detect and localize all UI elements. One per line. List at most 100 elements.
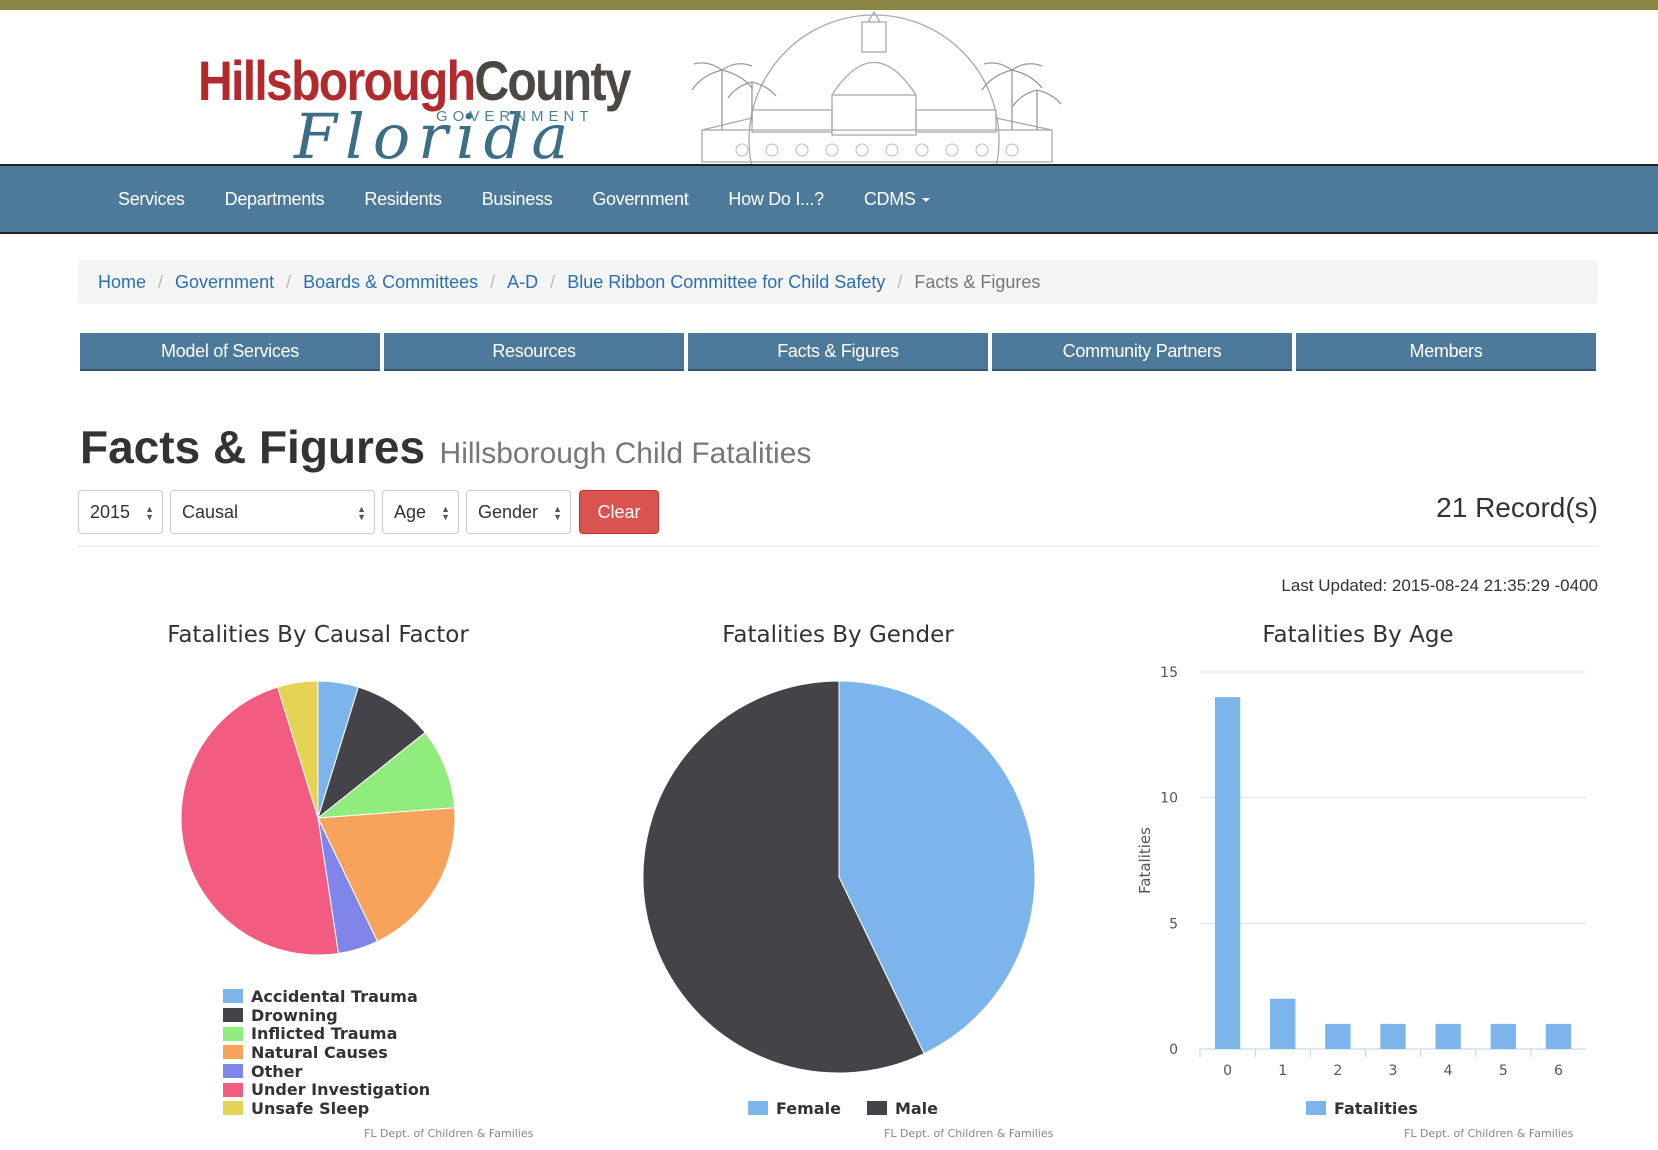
breadcrumb-home[interactable]: Home <box>98 272 146 293</box>
y-axis-label: Fatalities <box>1136 827 1154 894</box>
chart-causal-legend: Accidental Trauma Drowning Inflicted Traum… <box>223 987 430 1118</box>
causal-legend-item-other[interactable]: Other <box>223 1062 430 1081</box>
legend-swatch <box>223 1082 243 1097</box>
select-arrows-icon: ▲ ▼ <box>145 504 154 522</box>
breadcrumb-a-d[interactable]: A-D <box>507 272 538 293</box>
causal-legend-item-accidental-trauma[interactable]: Accidental Trauma <box>223 987 430 1006</box>
breadcrumb: Home / Government / Boards & Committees / A… <box>78 260 1598 304</box>
x-tick-label: 6 <box>1554 1063 1563 1079</box>
clear-button[interactable]: Clear <box>579 490 659 534</box>
chart-gender-title: Fatalities By Gender <box>722 622 954 648</box>
gender-select[interactable]: Gender ▲ ▼ <box>466 490 571 534</box>
legend-label: Inflicted Trauma <box>251 1024 398 1044</box>
causal-select[interactable]: Causal ▲ ▼ <box>170 490 375 534</box>
nav-services[interactable]: Services <box>98 189 205 210</box>
bar-age-6[interactable] <box>1545 1023 1572 1049</box>
subnav-model-of-services[interactable]: Model of Services <box>80 333 380 371</box>
subnav-resources[interactable]: Resources <box>384 333 684 371</box>
x-tick-label: 5 <box>1499 1063 1508 1079</box>
legend-swatch <box>866 1101 887 1116</box>
legend-label: Fatalities <box>1334 1098 1418 1118</box>
nav-government[interactable]: Government <box>572 189 708 210</box>
age-select[interactable]: Age ▲ ▼ <box>382 490 459 534</box>
breadcrumb-separator: / <box>286 271 292 292</box>
legend-swatch <box>223 1026 243 1041</box>
page-title-main: Facts & Figures <box>80 421 426 473</box>
record-count: 21 Record(s) <box>1436 492 1598 523</box>
causal-legend-item-natural-causes[interactable]: Natural Causes <box>223 1043 430 1062</box>
causal-legend-item-under-investigation[interactable]: Under Investigation <box>223 1080 430 1099</box>
main-navbar: Services Departments Residents Business … <box>0 164 1658 234</box>
breadcrumb-committee[interactable]: Blue Ribbon Committee for Child Safety <box>567 272 885 293</box>
breadcrumb-government[interactable]: Government <box>175 272 274 293</box>
last-updated: Last Updated: 2015-08-24 21:35:29 -0400 <box>1281 576 1598 595</box>
bar-age-1[interactable] <box>1270 998 1296 1049</box>
legend-label: Accidental Trauma <box>251 986 418 1006</box>
nav-business[interactable]: Business <box>462 189 573 210</box>
chart-causal-credit[interactable]: FL Dept. of Children & Families <box>364 1127 533 1140</box>
legend-label: Under Investigation <box>251 1080 431 1100</box>
chart-age-bars: 0 5 10 15 0 1 2 3 4 5 6 Fatalities <box>1136 665 1586 1079</box>
caret-down-icon <box>921 197 930 202</box>
nav-cdms[interactable]: CDMS <box>844 189 950 210</box>
section-subnav: Model of Services Resources Facts & Figu… <box>80 333 1596 371</box>
chart-gender-credit[interactable]: FL Dept. of Children & Families <box>884 1127 1053 1140</box>
year-select-value: 2015 <box>90 501 131 522</box>
chart-age-title: Fatalities By Age <box>1262 622 1454 648</box>
y-tick-label: 0 <box>1169 1042 1178 1058</box>
age-select-value: Age <box>394 501 427 522</box>
causal-legend-item-drowning[interactable]: Drowning <box>223 1006 430 1025</box>
bar-age-5[interactable] <box>1490 1023 1516 1049</box>
breadcrumb-separator: / <box>897 271 903 292</box>
year-select[interactable]: 2015 ▲ ▼ <box>78 490 163 534</box>
select-arrows-icon: ▲ ▼ <box>441 504 450 522</box>
divider <box>78 546 1598 547</box>
subnav-community-partners[interactable]: Community Partners <box>992 333 1292 371</box>
chart-age-legend: Fatalities <box>1306 1099 1418 1118</box>
bar-age-3[interactable] <box>1380 1023 1406 1049</box>
nav-how-do-i[interactable]: How Do I...? <box>708 189 843 210</box>
legend-label: Male <box>894 1098 938 1118</box>
bar-age-4[interactable] <box>1435 1023 1461 1049</box>
logo-government: GOVERNMENT <box>436 108 594 125</box>
nav-departments[interactable]: Departments <box>205 189 345 210</box>
y-tick-label: 15 <box>1160 665 1178 681</box>
legend-label: Other <box>251 1061 303 1081</box>
legend-label: Drowning <box>251 1005 338 1025</box>
page-title: Facts & Figures Hillsborough Child Fatal… <box>80 420 811 474</box>
breadcrumb-separator: / <box>490 271 496 292</box>
breadcrumb-boards[interactable]: Boards & Committees <box>303 272 478 293</box>
legend-swatch <box>223 1064 243 1079</box>
chart-causal-pie <box>180 680 456 956</box>
x-tick-label: 3 <box>1389 1063 1398 1079</box>
courthouse-illustration <box>691 10 1062 164</box>
chart-age-credit[interactable]: FL Dept. of Children & Families <box>1404 1127 1573 1140</box>
nav-cdms-label: CDMS <box>863 188 916 209</box>
bar-age-2[interactable] <box>1325 1023 1351 1049</box>
bar-age-0[interactable] <box>1214 697 1241 1049</box>
y-tick-label: 10 <box>1160 791 1178 807</box>
legend-label: Female <box>776 1098 841 1118</box>
chart-gender-legend: Female Male <box>748 1099 938 1118</box>
causal-legend-item-unsafe-sleep[interactable]: Unsafe Sleep <box>223 1099 430 1118</box>
subnav-facts-figures[interactable]: Facts & Figures <box>688 333 988 371</box>
county-logo[interactable]: HillsboroughCounty Florida GOVERNMENT <box>198 38 632 173</box>
legend-label: Natural Causes <box>251 1042 388 1062</box>
legend-swatch <box>223 1101 243 1116</box>
breadcrumb-separator: / <box>158 271 164 292</box>
nav-residents[interactable]: Residents <box>344 189 461 210</box>
legend-swatch <box>223 1008 243 1023</box>
legend-swatch <box>1306 1101 1326 1116</box>
legend-swatch <box>748 1101 768 1116</box>
filter-bar: 2015 ▲ ▼ Causal ▲ ▼ Age ▲ ▼ Gender ▲ ▼ Clear <box>78 490 659 534</box>
subnav-members[interactable]: Members <box>1296 333 1596 371</box>
gender-legend-item-female[interactable]: Female <box>748 1099 841 1118</box>
causal-legend-item-inflicted-trauma[interactable]: Inflicted Trauma <box>223 1024 430 1043</box>
site-header: HillsboroughCounty Florida GOVERNMENT <box>0 10 1658 173</box>
breadcrumb-current: Facts & Figures <box>914 271 1041 292</box>
age-legend-item-fatalities[interactable]: Fatalities <box>1306 1099 1418 1118</box>
x-tick-label: 0 <box>1223 1063 1232 1079</box>
gender-legend-item-male[interactable]: Male <box>866 1098 938 1118</box>
breadcrumb-separator: / <box>550 271 556 292</box>
x-tick-label: 2 <box>1333 1063 1342 1079</box>
